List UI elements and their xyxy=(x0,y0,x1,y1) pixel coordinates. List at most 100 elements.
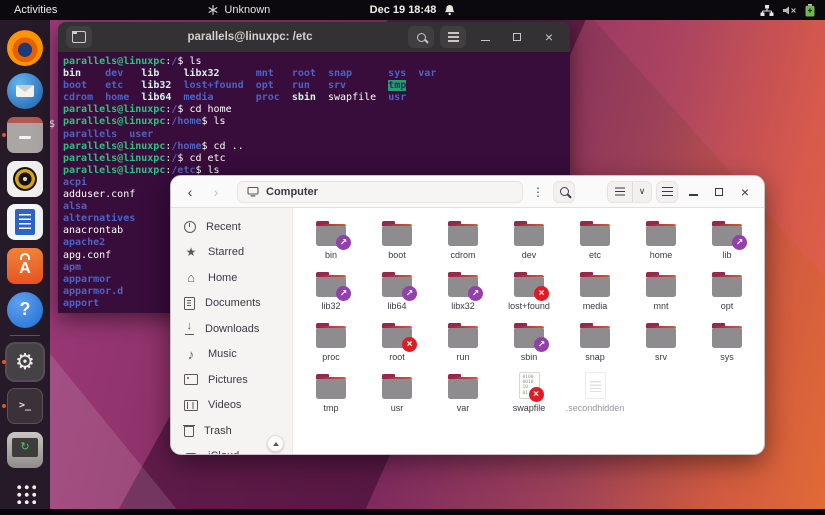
running-indicator-dot xyxy=(2,360,6,365)
file-icon-area xyxy=(646,267,676,297)
search-icon xyxy=(416,32,426,42)
folder-icon xyxy=(448,374,478,399)
file-label: etc xyxy=(588,250,601,260)
file-item-tmp[interactable]: tmp xyxy=(298,364,364,415)
files-header-bar[interactable]: ‹ › Computer ⋮ ∨ × xyxy=(171,176,764,208)
no-access-emblem-icon: × xyxy=(528,387,544,402)
file-item-etc[interactable]: etc xyxy=(562,211,628,262)
file-label: media xyxy=(582,301,608,311)
file-item-sbin[interactable]: ↗ sbin xyxy=(496,313,562,364)
folder-icon: ↗ xyxy=(514,323,549,352)
file-item-swapfile[interactable]: 0100 0010 10 01 × swapfile xyxy=(496,364,562,415)
file-item-boot[interactable]: boot xyxy=(364,211,430,262)
folder-icon xyxy=(712,323,742,348)
sidebar-scroll-up-button[interactable] xyxy=(267,435,284,452)
sidebar-item-recent[interactable]: Recent xyxy=(171,214,292,240)
thunderbird-dock-button[interactable] xyxy=(5,72,45,112)
file-label: .secondhidden xyxy=(565,403,625,413)
system-status-menu[interactable] xyxy=(760,0,815,20)
parallels-shared-dock-button[interactable] xyxy=(5,430,45,470)
app-grid-dock-button[interactable] xyxy=(5,473,45,513)
activities-button[interactable]: Activities xyxy=(14,4,57,16)
rhythmbox-dock-button[interactable] xyxy=(5,159,45,199)
network-icon xyxy=(760,4,774,16)
file-item-home[interactable]: home xyxy=(628,211,694,262)
sidebar-item-videos[interactable]: Videos xyxy=(171,393,292,419)
minimize-icon xyxy=(480,39,490,42)
close-icon: × xyxy=(740,183,750,200)
firefox-dock-button[interactable] xyxy=(5,28,45,68)
sidebar-item-documents[interactable]: Documents xyxy=(171,291,292,317)
battery-icon xyxy=(805,3,815,16)
sidebar-item-label: Starred xyxy=(208,246,245,259)
parallels-shared-icon xyxy=(7,431,43,468)
terminal-maximize-button[interactable] xyxy=(504,26,530,48)
file-item-bin[interactable]: ↗ bin xyxy=(298,211,364,262)
dock-divider xyxy=(10,335,40,337)
folder-icon xyxy=(514,221,544,246)
files-window: ‹ › Computer ⋮ ∨ × RecentStarredHomeDo xyxy=(170,175,765,455)
help-dock-button[interactable] xyxy=(5,290,45,330)
terminal-line: parallels@linuxpc:/home$ cd .. xyxy=(63,140,244,152)
file-item-libx32[interactable]: ↗ libx32 xyxy=(430,262,496,313)
clock-menu[interactable]: Dec 19 18:48 xyxy=(370,0,456,20)
file-item-run[interactable]: run xyxy=(430,313,496,364)
folder-icon: ↗ xyxy=(382,272,417,301)
files-close-button[interactable]: × xyxy=(734,181,756,203)
libreoffice-writer-dock-button[interactable] xyxy=(5,203,45,243)
file-label: lib32 xyxy=(321,301,341,311)
file-item-lost+found[interactable]: × lost+found xyxy=(496,262,562,313)
file-item-var[interactable]: var xyxy=(430,364,496,415)
file-item-media[interactable]: media xyxy=(562,262,628,313)
location-menu-button[interactable]: ⋮ xyxy=(527,181,549,203)
terminal-icon xyxy=(7,387,43,424)
sidebar-item-downloads[interactable]: Downloads xyxy=(171,316,292,342)
link-emblem-icon: ↗ xyxy=(732,235,747,250)
forward-button[interactable]: › xyxy=(205,181,227,203)
ubuntu-software-dock-button[interactable] xyxy=(5,246,45,286)
file-item-sys[interactable]: sys xyxy=(694,313,760,364)
file-item-opt[interactable]: opt xyxy=(694,262,760,313)
file-item-mnt[interactable]: mnt xyxy=(628,262,694,313)
file-item-usr[interactable]: usr xyxy=(364,364,430,415)
view-toggle-button[interactable]: ∨ xyxy=(607,180,652,203)
chevron-down-icon: ∨ xyxy=(638,186,646,196)
focused-app-menu[interactable]: Unknown xyxy=(207,4,270,16)
file-item-lib64[interactable]: ↗ lib64 xyxy=(364,262,430,313)
file-item-proc[interactable]: proc xyxy=(298,313,364,364)
terminal-header-bar[interactable]: parallels@linuxpc: /etc × xyxy=(58,22,570,52)
new-tab-button[interactable] xyxy=(66,26,92,48)
files-dock-button[interactable] xyxy=(2,115,45,155)
file-item-srv[interactable]: srv xyxy=(628,313,694,364)
terminal-minimize-button[interactable] xyxy=(472,26,498,48)
files-search-button[interactable] xyxy=(553,180,575,203)
sidebar-item-starred[interactable]: Starred xyxy=(171,240,292,266)
terminal-search-button[interactable] xyxy=(408,26,434,48)
files-minimize-button[interactable] xyxy=(682,181,704,203)
file-item-cdrom[interactable]: cdrom xyxy=(430,211,496,262)
file-icon-area xyxy=(646,216,676,246)
terminal-close-button[interactable]: × xyxy=(536,26,562,48)
terminal-line: bin dev lib libx32 mnt root snap sys var xyxy=(63,68,437,80)
files-maximize-button[interactable] xyxy=(708,181,730,203)
sidebar-item-home[interactable]: Home xyxy=(171,265,292,291)
back-button[interactable]: ‹ xyxy=(179,181,201,203)
location-bar[interactable]: Computer xyxy=(237,180,523,203)
file-label: var xyxy=(456,403,470,413)
terminal-menu-button[interactable] xyxy=(440,26,466,48)
files-menu-button[interactable] xyxy=(656,180,678,203)
file-item-lib[interactable]: ↗ lib xyxy=(694,211,760,262)
sidebar-item-label: Documents xyxy=(205,297,261,310)
file-item-root[interactable]: × root xyxy=(364,313,430,364)
terminal-dock-button[interactable] xyxy=(2,386,45,426)
file-item-secondhidden[interactable]: .secondhidden xyxy=(562,364,628,415)
settings-dock-button[interactable] xyxy=(2,342,45,383)
file-item-lib32[interactable]: ↗ lib32 xyxy=(298,262,364,313)
file-icon-area: ↗ xyxy=(316,216,351,250)
file-item-snap[interactable]: snap xyxy=(562,313,628,364)
location-label: Computer xyxy=(266,185,318,198)
file-icon-area xyxy=(646,318,676,348)
sidebar-item-pictures[interactable]: Pictures xyxy=(171,367,292,393)
sidebar-item-music[interactable]: Music xyxy=(171,342,292,368)
file-item-dev[interactable]: dev xyxy=(496,211,562,262)
